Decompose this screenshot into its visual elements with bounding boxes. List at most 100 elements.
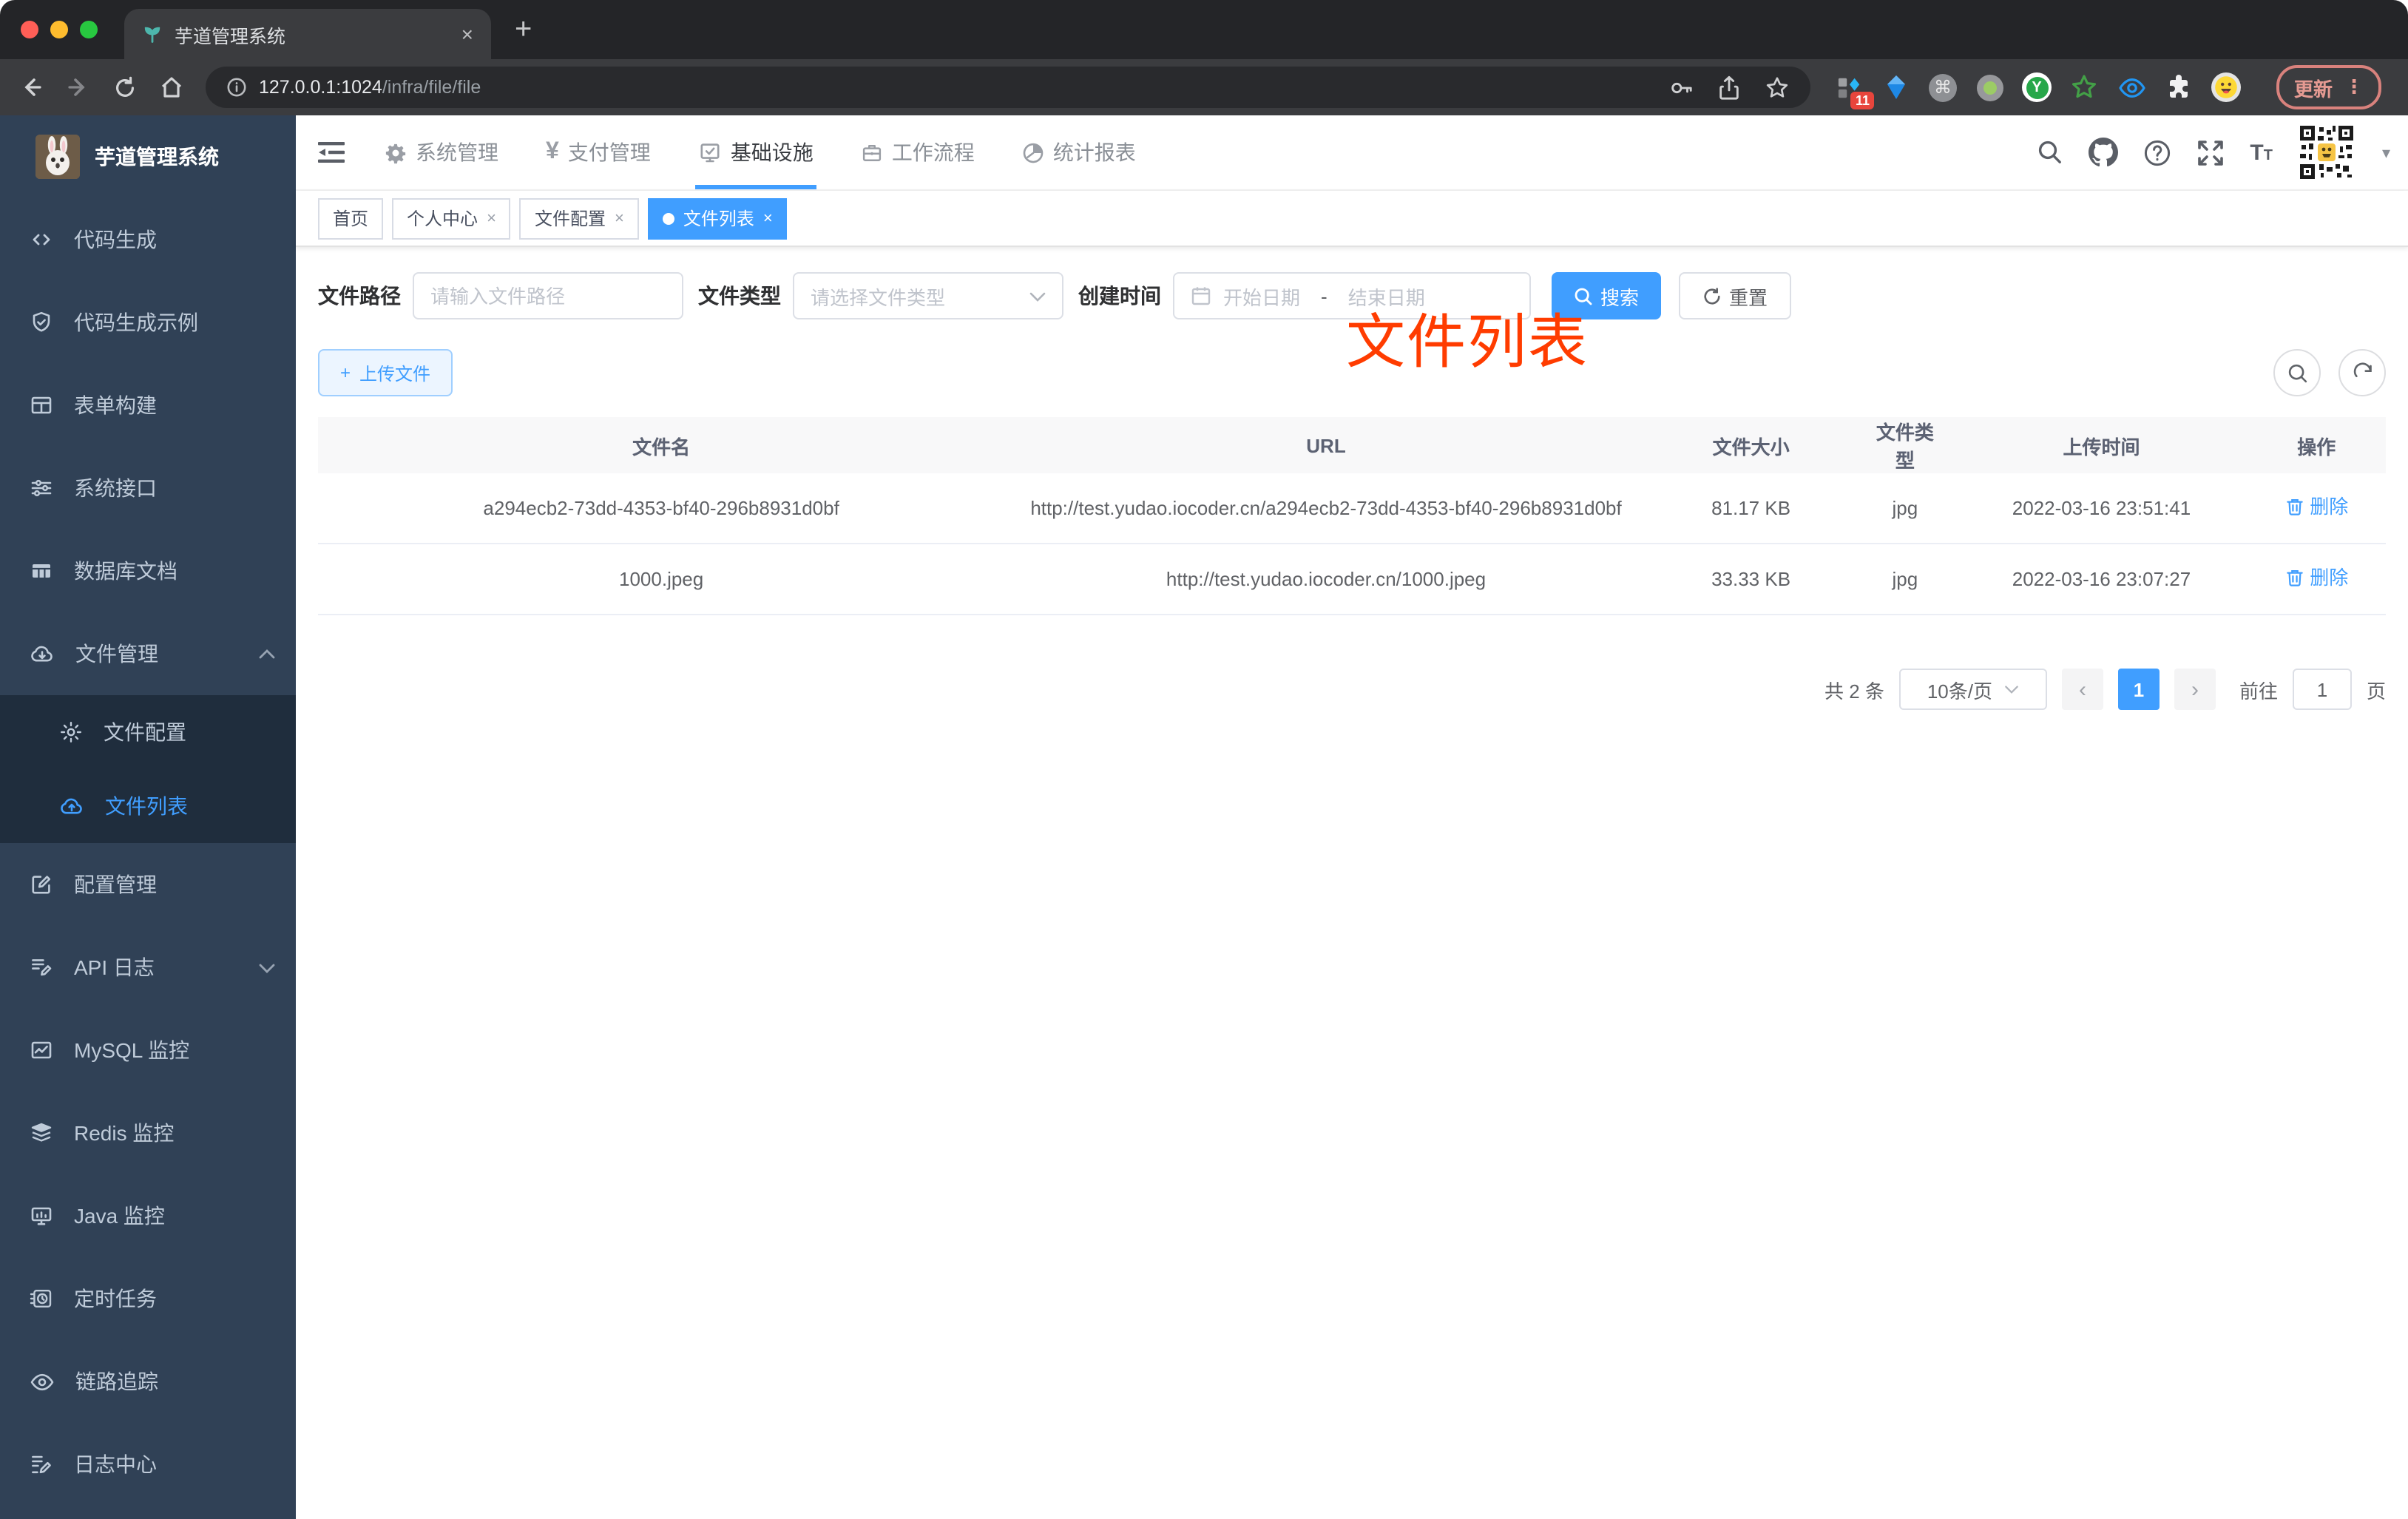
table-header-row: 文件名 URL 文件大小 文件类型 上传时间 操作 bbox=[318, 417, 2386, 473]
goto-label: 前往 bbox=[2239, 680, 2278, 702]
topnav-item-payment[interactable]: ¥ 支付管理 bbox=[522, 115, 674, 189]
topnav-item-workflow[interactable]: 工作流程 bbox=[837, 115, 998, 189]
page-number-button[interactable]: 1 bbox=[2117, 669, 2160, 710]
sidebar-item-file-config[interactable]: 文件配置 bbox=[0, 695, 296, 769]
header-actions: TT ▾ bbox=[2037, 123, 2408, 182]
extensions-puzzle-icon[interactable] bbox=[2164, 72, 2194, 102]
extension-kite-icon[interactable] bbox=[1881, 72, 1911, 102]
address-bar[interactable]: 127.0.0.1:1024/infra/file/file bbox=[206, 67, 1810, 108]
app-logo-row[interactable]: 芋道管理系统 bbox=[0, 115, 296, 198]
close-tab-icon[interactable]: × bbox=[615, 209, 624, 227]
shield-check-icon bbox=[30, 311, 53, 334]
plus-icon: + bbox=[340, 362, 351, 383]
bookmark-star-icon[interactable] bbox=[1765, 75, 1790, 100]
reset-button[interactable]: 重置 bbox=[1679, 272, 1792, 319]
sidebar-item-file-list[interactable]: 文件列表 bbox=[0, 769, 296, 843]
forward-icon[interactable] bbox=[65, 74, 92, 101]
password-key-icon[interactable] bbox=[1668, 75, 1694, 100]
browser-menu-kebab-icon[interactable]: ⋮ bbox=[2344, 75, 2364, 99]
sidebar-item-log-center[interactable]: 日志中心 bbox=[0, 1423, 296, 1506]
page-tab-profile[interactable]: 个人中心 × bbox=[392, 197, 511, 239]
search-icon[interactable] bbox=[2037, 139, 2063, 166]
extension-grid-icon[interactable]: 11 bbox=[1834, 72, 1874, 109]
sidebar-item-system-api[interactable]: 系统接口 bbox=[0, 447, 296, 530]
reload-icon[interactable] bbox=[112, 75, 138, 100]
sidebar-item-config-management[interactable]: 配置管理 bbox=[0, 843, 296, 926]
goto-page-input[interactable] bbox=[2292, 669, 2352, 710]
page-tab-file-config[interactable]: 文件配置 × bbox=[519, 197, 639, 239]
upload-file-button[interactable]: + 上传文件 bbox=[318, 349, 453, 396]
close-tab-icon[interactable]: × bbox=[487, 209, 496, 227]
sidebar-item-db-doc[interactable]: 数据库文档 bbox=[0, 530, 296, 612]
topnav-item-system[interactable]: 系统管理 bbox=[361, 115, 522, 189]
close-tab-icon[interactable]: × bbox=[763, 209, 773, 227]
sidebar-item-file-management[interactable]: 文件管理 bbox=[0, 612, 296, 695]
browser-toolbar: 127.0.0.1:1024/infra/file/file 11 ⌘ Y 更新… bbox=[0, 59, 2408, 115]
prev-page-button[interactable]: ‹ bbox=[2061, 669, 2103, 710]
topnav-item-infrastructure[interactable]: 基础设施 bbox=[674, 115, 837, 189]
page-size-select[interactable]: 10条/页 bbox=[1898, 669, 2047, 710]
file-path-input[interactable] bbox=[413, 272, 683, 319]
sidebar-item-api-log[interactable]: API 日志 bbox=[0, 926, 296, 1009]
yen-icon: ¥ bbox=[546, 139, 559, 164]
show-search-toggle-button[interactable] bbox=[2273, 349, 2321, 396]
extension-record-icon[interactable] bbox=[1975, 72, 2004, 102]
delete-button[interactable]: 删除 bbox=[2284, 491, 2348, 522]
extension-y-icon[interactable]: Y bbox=[2022, 72, 2052, 102]
update-label: 更新 bbox=[2294, 78, 2333, 100]
github-icon[interactable] bbox=[2089, 138, 2119, 167]
cell-file-size: 33.33 KB bbox=[1647, 544, 1855, 615]
app-logo-rabbit bbox=[35, 135, 80, 179]
sidebar-item-code-generation[interactable]: 代码生成 bbox=[0, 198, 296, 281]
close-tab-icon[interactable]: × bbox=[461, 22, 473, 46]
delete-button[interactable]: 删除 bbox=[2284, 562, 2348, 593]
fullscreen-icon[interactable] bbox=[2196, 138, 2225, 166]
file-type-select[interactable]: 请选择文件类型 bbox=[793, 272, 1063, 319]
share-icon[interactable] bbox=[1717, 75, 1741, 100]
avatar[interactable] bbox=[2297, 123, 2357, 182]
file-path-label: 文件路径 bbox=[318, 284, 401, 308]
sidebar-item-redis-monitor[interactable]: Redis 监控 bbox=[0, 1092, 296, 1174]
refresh-icon bbox=[1702, 286, 1722, 305]
site-info-icon[interactable] bbox=[226, 77, 247, 98]
new-tab-button[interactable]: + bbox=[515, 13, 532, 47]
extension-eye-icon[interactable] bbox=[2117, 72, 2146, 102]
browser-tab[interactable]: 芋道管理系统 × bbox=[124, 9, 491, 59]
sidebar-item-tracing[interactable]: 链路追踪 bbox=[0, 1340, 296, 1423]
refresh-table-button[interactable] bbox=[2338, 349, 2386, 396]
home-icon[interactable] bbox=[158, 74, 185, 101]
profile-emoji-icon[interactable] bbox=[2211, 72, 2241, 102]
help-icon[interactable] bbox=[2143, 138, 2171, 166]
avatar-caret-down-icon[interactable]: ▾ bbox=[2382, 143, 2390, 162]
page-tab-home[interactable]: 首页 bbox=[318, 197, 384, 239]
topnav-item-reports[interactable]: 统计报表 bbox=[998, 115, 1160, 189]
sidebar-item-scheduled-tasks[interactable]: 定时任务 bbox=[0, 1257, 296, 1340]
app-window: 芋道管理系统 代码生成 代码生成示例 表单构建 系统接口 数据库文档 文件管理 … bbox=[0, 115, 2408, 1519]
url-text: 127.0.0.1:1024/infra/file/file bbox=[259, 77, 481, 98]
sidebar-item-java-monitor[interactable]: Java 监控 bbox=[0, 1174, 296, 1257]
next-page-button[interactable]: › bbox=[2174, 669, 2216, 710]
col-file-name: 文件名 bbox=[318, 417, 1005, 473]
sidebar-item-code-gen-example[interactable]: 代码生成示例 bbox=[0, 281, 296, 364]
page-tab-file-list[interactable]: 文件列表 × bbox=[647, 197, 788, 239]
cell-url: http://test.yudao.iocoder.cn/1000.jpeg bbox=[1004, 544, 1648, 615]
extension-badge: 11 bbox=[1850, 92, 1874, 109]
sidebar-item-mysql-monitor[interactable]: MySQL 监控 bbox=[0, 1009, 296, 1092]
col-actions: 操作 bbox=[2247, 417, 2386, 473]
close-window-button[interactable] bbox=[21, 21, 38, 38]
minimize-window-button[interactable] bbox=[50, 21, 68, 38]
table-tools bbox=[2273, 349, 2386, 396]
monitor-check-icon bbox=[698, 141, 722, 164]
back-icon[interactable] bbox=[18, 74, 44, 101]
extension-star-icon[interactable] bbox=[2069, 72, 2099, 102]
col-file-type: 文件类型 bbox=[1854, 417, 1956, 473]
font-size-icon[interactable]: TT bbox=[2250, 141, 2273, 163]
file-table: 文件名 URL 文件大小 文件类型 上传时间 操作 a294ecb2-73dd-… bbox=[318, 417, 2386, 615]
file-type-placeholder: 请选择文件类型 bbox=[811, 286, 946, 308]
extension-command-icon[interactable]: ⌘ bbox=[1929, 73, 1957, 101]
sidebar-item-form-builder[interactable]: 表单构建 bbox=[0, 364, 296, 447]
document-edit-icon bbox=[30, 955, 53, 979]
browser-update-button[interactable]: 更新 ⋮ bbox=[2276, 65, 2382, 109]
zoom-window-button[interactable] bbox=[80, 21, 98, 38]
collapse-sidebar-icon[interactable] bbox=[296, 139, 361, 166]
